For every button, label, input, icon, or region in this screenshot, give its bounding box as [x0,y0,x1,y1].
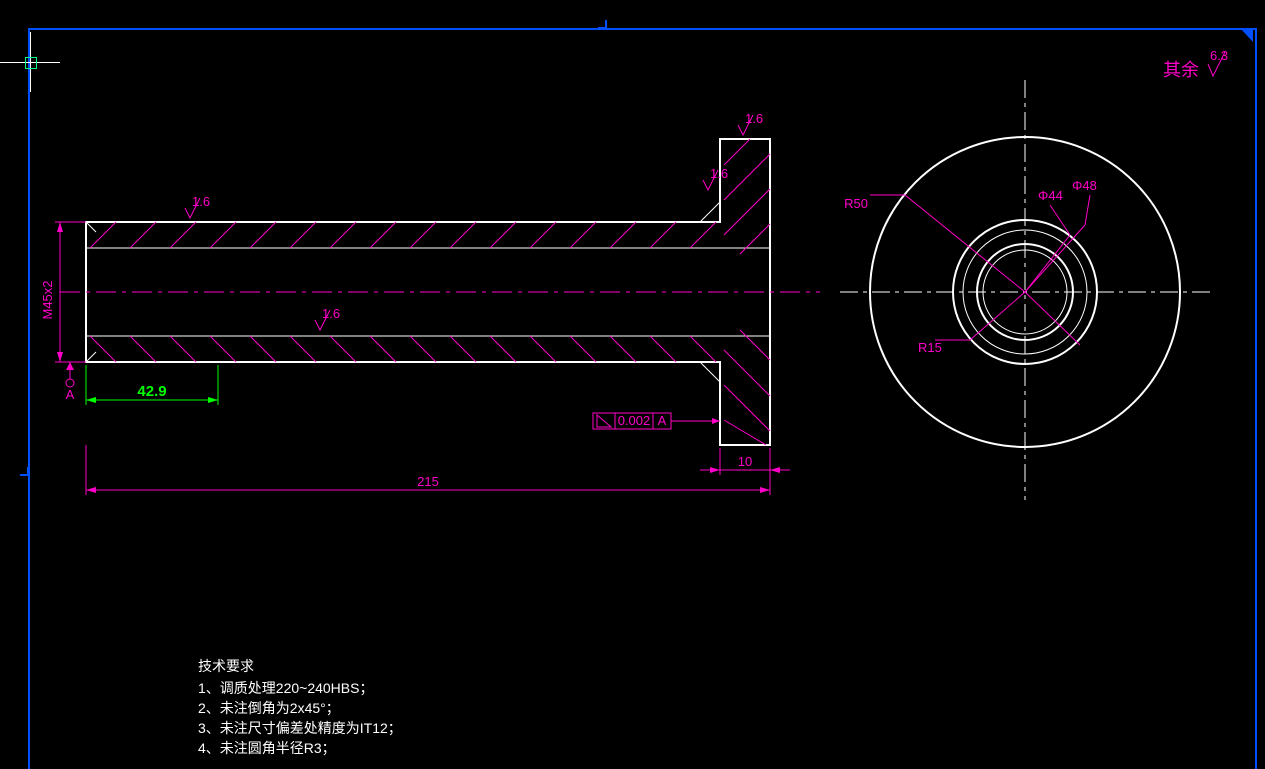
notes-line-4: 4、未注圆角半径R3； [198,738,336,758]
notes-line-1: 1、调质处理220~240HBS； [198,678,373,698]
tech-requirements: 技术要求 [198,656,254,676]
notes-title: 技术要求 [198,656,254,676]
cad-canvas[interactable]: M45x2 42.9 A 215 10 1.6 [0,0,1265,769]
cursor-pickbox [25,57,37,69]
notes-line-3: 3、未注尺寸偏差处精度为IT12； [198,718,402,738]
notes-line-2: 2、未注倒角为2x45°； [198,698,340,718]
